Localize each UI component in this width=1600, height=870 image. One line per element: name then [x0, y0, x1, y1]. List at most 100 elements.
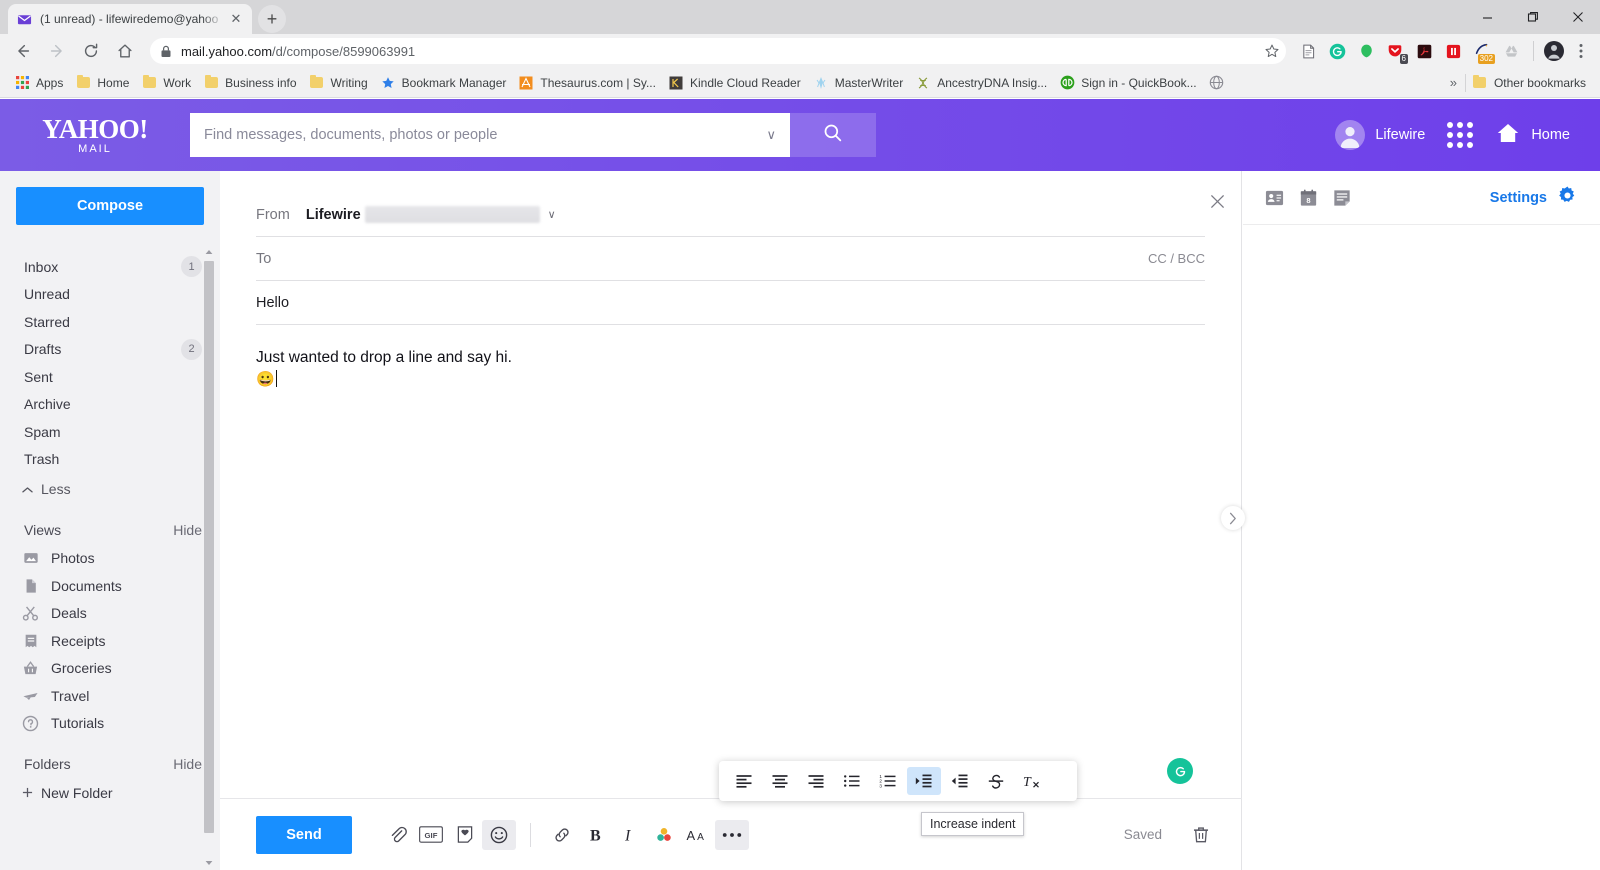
window-close-button[interactable]	[1555, 0, 1600, 34]
bookmark-kindle-cloud-reader[interactable]: Kindle Cloud Reader	[662, 71, 807, 95]
bookmark-business-info[interactable]: Business info	[197, 71, 302, 95]
sidebar-item-drafts[interactable]: Drafts 2	[0, 336, 220, 364]
sidebar-item-deals[interactable]: Deals	[0, 600, 220, 628]
three-dot-menu-icon[interactable]	[1568, 37, 1594, 65]
sidebar-item-starred[interactable]: Starred	[0, 308, 220, 336]
sidebar-item-receipts[interactable]: Receipts	[0, 627, 220, 655]
sidebar-item-archive[interactable]: Archive	[0, 391, 220, 419]
compose-button[interactable]: Compose	[16, 187, 204, 225]
bookmark-masterwriter[interactable]: MasterWriter	[807, 71, 909, 95]
message-body[interactable]: Just wanted to drop a line and say hi. 😀	[256, 347, 1205, 391]
sidebar-item-documents[interactable]: Documents	[0, 572, 220, 600]
sidebar-item-unread[interactable]: Unread	[0, 281, 220, 309]
attach-file-icon[interactable]	[380, 820, 414, 850]
browser-tab[interactable]: (1 unread) - lifewiredemo@yahoo ✕	[8, 4, 252, 34]
minimize-button[interactable]	[1465, 0, 1510, 34]
italic-icon[interactable]: I	[613, 820, 647, 850]
bookmark-apps[interactable]: Apps	[8, 71, 69, 95]
google-drive-icon[interactable]	[1497, 37, 1525, 65]
sidebar-item-photos[interactable]: Photos	[0, 545, 220, 573]
bookmark-writing[interactable]: Writing	[303, 71, 374, 95]
bookmark-bookmark-manager[interactable]: Bookmark Manager	[374, 71, 513, 95]
more-options-icon[interactable]	[715, 819, 749, 850]
search-button[interactable]	[790, 113, 876, 157]
account-menu[interactable]: Lifewire	[1335, 120, 1425, 150]
adobe-acrobat-icon[interactable]	[1410, 37, 1438, 65]
sidebar-scrollbar[interactable]	[202, 245, 216, 870]
new-tab-button[interactable]: +	[258, 5, 286, 33]
bulleted-list-icon[interactable]	[835, 767, 869, 795]
pause-extension-icon[interactable]	[1439, 37, 1467, 65]
align-left-icon[interactable]	[727, 767, 761, 795]
increase-indent-icon[interactable]	[907, 767, 941, 795]
notepad-icon[interactable]	[1325, 183, 1359, 213]
chevron-right-icon[interactable]	[1221, 506, 1245, 530]
decrease-indent-icon[interactable]	[943, 767, 977, 795]
numbered-list-icon[interactable]: 123	[871, 767, 905, 795]
sidebar-less-toggle[interactable]: Less	[0, 475, 220, 503]
from-field[interactable]: From Lifewire ∨	[256, 193, 1205, 237]
address-bar[interactable]: mail.yahoo.com/d/compose/8599063991	[150, 38, 1286, 64]
sidebar-folders-hide-toggle[interactable]: Hide	[173, 756, 202, 772]
maximize-button[interactable]	[1510, 0, 1555, 34]
link-icon[interactable]	[545, 820, 579, 850]
sidebar-item-spam[interactable]: Spam	[0, 418, 220, 446]
honey-icon[interactable]: 302	[1468, 37, 1496, 65]
star-icon[interactable]	[1264, 43, 1280, 59]
sidebar-item-travel[interactable]: Travel	[0, 682, 220, 710]
font-size-icon[interactable]: AA	[681, 820, 715, 850]
search-input[interactable]: Find messages, documents, photos or peop…	[190, 113, 790, 157]
align-center-icon[interactable]	[763, 767, 797, 795]
bookmark-globe[interactable]	[1203, 71, 1237, 95]
emoji-icon[interactable]	[482, 819, 516, 850]
calendar-icon[interactable]: 8	[1291, 183, 1325, 213]
chevron-down-icon[interactable]: ∨	[766, 127, 776, 143]
close-icon[interactable]: ✕	[228, 11, 244, 27]
sidebar-item-groceries[interactable]: Groceries	[0, 655, 220, 683]
bookmark-work[interactable]: Work	[135, 71, 197, 95]
contacts-card-icon[interactable]	[1257, 183, 1291, 213]
reader-mode-icon[interactable]	[1294, 37, 1322, 65]
text-color-icon[interactable]	[647, 820, 681, 850]
settings-button[interactable]: Settings	[1490, 185, 1586, 210]
sidebar-item-trash[interactable]: Trash	[0, 446, 220, 474]
other-bookmarks-button[interactable]: Other bookmarks	[1466, 71, 1592, 95]
sidebar-views-hide-toggle[interactable]: Hide	[173, 522, 202, 538]
pocket-icon[interactable]: 6	[1381, 37, 1409, 65]
clear-formatting-icon[interactable]: T	[1015, 767, 1049, 795]
yahoo-mail-logo[interactable]: YAHOO! MAIL	[0, 115, 190, 155]
home-button[interactable]	[108, 36, 142, 66]
bookmark-quickbooks[interactable]: Sign in - QuickBook...	[1053, 71, 1202, 95]
scroll-up-arrow-icon[interactable]	[202, 245, 216, 259]
bold-icon[interactable]: B	[579, 820, 613, 850]
sidebar-item-tutorials[interactable]: Tutorials	[0, 710, 220, 738]
back-button[interactable]	[6, 36, 40, 66]
bookmarks-overflow-button[interactable]: »	[1442, 75, 1465, 90]
send-button[interactable]: Send	[256, 815, 352, 854]
sticker-icon[interactable]	[448, 820, 482, 850]
bookmark-home[interactable]: Home	[69, 71, 135, 95]
sidebar-scrollbar-thumb[interactable]	[204, 261, 214, 833]
subject-field[interactable]: Hello	[256, 281, 1205, 325]
bookmark-ancestrydna[interactable]: AncestryDNA Insig...	[909, 71, 1053, 95]
profile-avatar-icon[interactable]	[1540, 37, 1568, 65]
sidebar-item-sent[interactable]: Sent	[0, 363, 220, 391]
gif-icon[interactable]: GIF	[414, 820, 448, 850]
chevron-down-icon[interactable]: ∨	[548, 208, 556, 221]
to-field[interactable]: To CC / BCC	[256, 237, 1205, 281]
home-button[interactable]: Home	[1495, 120, 1570, 150]
bookmark-thesaurus[interactable]: Thesaurus.com | Sy...	[512, 71, 662, 95]
grammarly-icon[interactable]	[1323, 37, 1351, 65]
new-folder-button[interactable]: New Folder	[0, 779, 220, 807]
reload-button[interactable]	[74, 36, 108, 66]
align-right-icon[interactable]	[799, 767, 833, 795]
scroll-down-arrow-icon[interactable]	[202, 856, 216, 870]
evernote-icon[interactable]	[1352, 37, 1380, 65]
apps-grid-icon[interactable]	[1447, 122, 1474, 148]
cc-bcc-toggle[interactable]: CC / BCC	[1148, 251, 1205, 266]
grammarly-icon[interactable]	[1167, 758, 1193, 784]
sidebar-item-inbox[interactable]: Inbox 1	[0, 253, 220, 281]
strikethrough-icon[interactable]	[979, 767, 1013, 795]
close-icon[interactable]	[1205, 189, 1229, 213]
trash-icon[interactable]	[1184, 820, 1218, 850]
